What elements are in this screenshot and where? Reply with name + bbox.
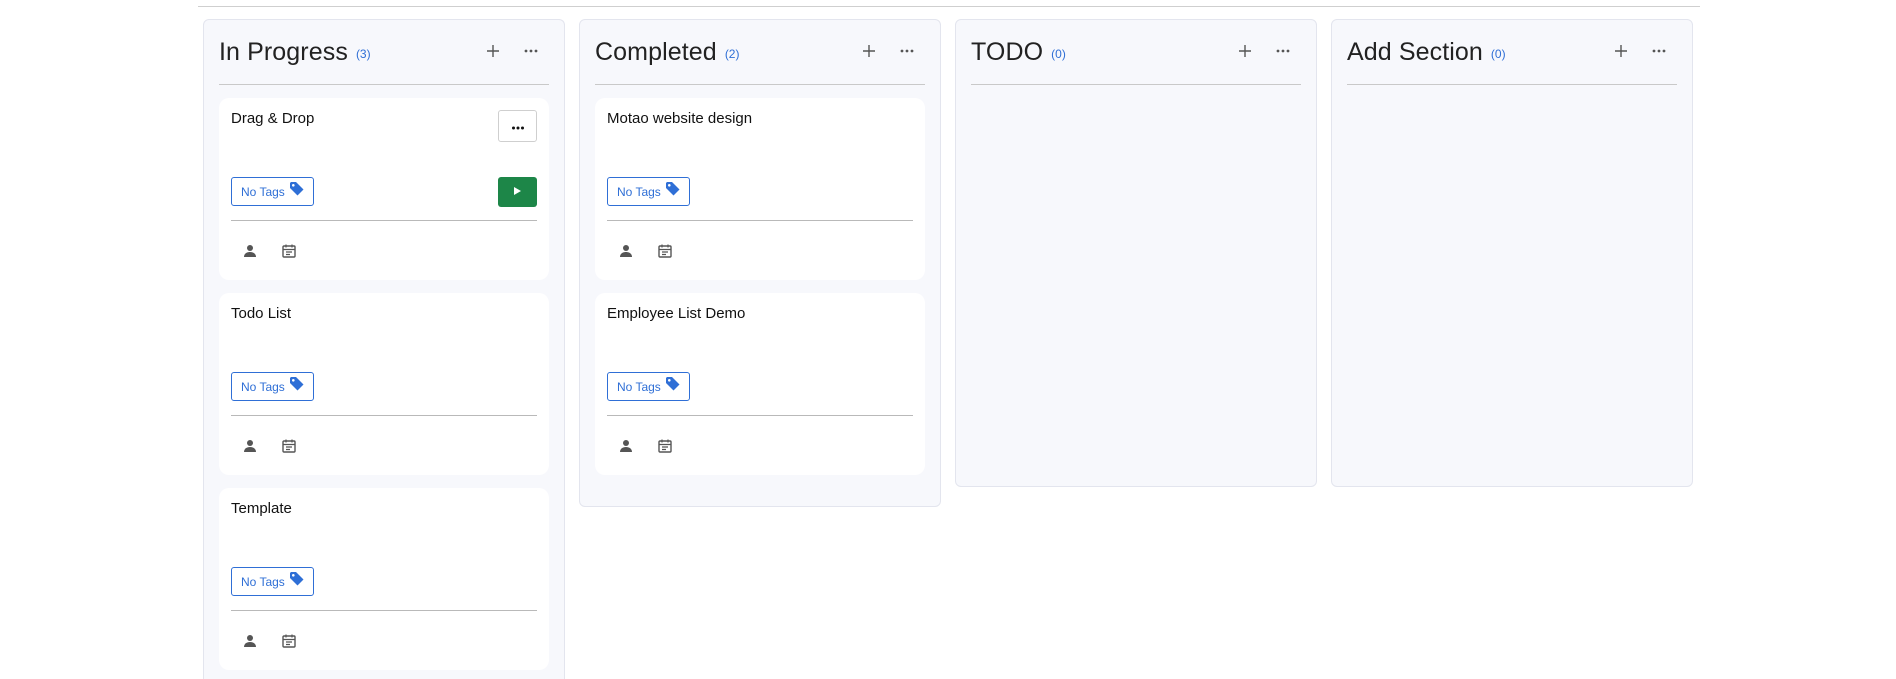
card-title: Employee List Demo — [607, 305, 746, 322]
person-icon[interactable] — [242, 243, 258, 264]
card-footer — [242, 243, 297, 264]
card-divider — [231, 610, 537, 611]
tags-badge[interactable]: No Tags — [231, 372, 314, 401]
tags-badge[interactable]: No Tags — [231, 567, 314, 596]
calendar-icon[interactable] — [657, 438, 673, 459]
person-icon[interactable] — [618, 438, 634, 459]
ellipsis-icon[interactable] — [1275, 42, 1291, 60]
tag-icon — [289, 376, 305, 397]
column-header: Add Section (0) — [1347, 20, 1677, 85]
ellipsis-icon[interactable] — [1651, 42, 1667, 60]
column-header: TODO (0) — [971, 20, 1301, 85]
ellipsis-icon[interactable] — [523, 42, 539, 60]
task-card[interactable]: Employee List Demo No Tags — [595, 293, 925, 475]
tag-icon — [665, 181, 681, 202]
ellipsis-icon[interactable] — [899, 42, 915, 60]
ellipsis-icon — [511, 117, 525, 135]
tags-badge[interactable]: No Tags — [607, 372, 690, 401]
card-footer — [242, 438, 297, 459]
column-actions — [1237, 42, 1291, 60]
column-title: In Progress — [219, 37, 348, 66]
column-count: (2) — [724, 47, 740, 61]
column-title: Completed — [595, 37, 717, 66]
column-count: (3) — [355, 47, 371, 61]
task-card[interactable]: Drag & Drop No Tags — [219, 98, 549, 280]
tags-badge-label: No Tags — [241, 184, 285, 199]
card-title: Motao website design — [607, 110, 753, 127]
tags-badge-label: No Tags — [617, 379, 661, 394]
task-card[interactable]: Todo List No Tags — [219, 293, 549, 475]
plus-icon[interactable] — [1237, 42, 1253, 60]
card-divider — [607, 415, 913, 416]
card-footer — [618, 243, 673, 264]
card-menu-button[interactable] — [498, 110, 537, 142]
kanban-board: In Progress (3) Drag & Drop No Tags Todo… — [203, 19, 1693, 679]
column-title: TODO — [971, 37, 1044, 66]
column-actions — [861, 42, 915, 60]
column-count: (0) — [1490, 47, 1506, 61]
column-header: In Progress (3) — [219, 20, 549, 85]
tags-badge[interactable]: No Tags — [607, 177, 690, 206]
person-icon[interactable] — [618, 243, 634, 264]
card-title: Todo List — [231, 305, 292, 322]
card-footer — [242, 633, 297, 654]
calendar-icon[interactable] — [281, 438, 297, 459]
column-in-progress: In Progress (3) Drag & Drop No Tags Todo… — [203, 19, 565, 679]
column-actions — [1613, 42, 1667, 60]
column-todo: TODO (0) — [955, 19, 1317, 487]
calendar-icon[interactable] — [281, 633, 297, 654]
card-title: Template — [231, 500, 292, 517]
plus-icon[interactable] — [485, 42, 501, 60]
play-icon — [513, 183, 522, 201]
person-icon[interactable] — [242, 438, 258, 459]
column-header: Completed (2) — [595, 20, 925, 85]
card-title: Drag & Drop — [231, 110, 315, 127]
column-add-section: Add Section (0) — [1331, 19, 1693, 487]
card-divider — [231, 220, 537, 221]
calendar-icon[interactable] — [281, 243, 297, 264]
column-actions — [485, 42, 539, 60]
top-divider — [198, 6, 1700, 7]
plus-icon[interactable] — [861, 42, 877, 60]
tag-icon — [289, 181, 305, 202]
column-count: (0) — [1051, 47, 1066, 61]
tags-badge-label: No Tags — [617, 184, 661, 199]
card-footer — [618, 438, 673, 459]
tag-icon — [289, 571, 305, 592]
person-icon[interactable] — [242, 633, 258, 654]
tags-badge-label: No Tags — [241, 379, 285, 394]
task-card[interactable]: Template No Tags — [219, 488, 549, 670]
card-divider — [231, 415, 537, 416]
tag-icon — [665, 376, 681, 397]
play-button[interactable] — [498, 177, 537, 207]
column-completed: Completed (2) Motao website design No Ta… — [579, 19, 941, 507]
task-card[interactable]: Motao website design No Tags — [595, 98, 925, 280]
column-title: Add Section — [1347, 37, 1483, 66]
calendar-icon[interactable] — [657, 243, 673, 264]
tags-badge[interactable]: No Tags — [231, 177, 314, 206]
tags-badge-label: No Tags — [241, 574, 285, 589]
card-divider — [607, 220, 913, 221]
plus-icon[interactable] — [1613, 42, 1629, 60]
